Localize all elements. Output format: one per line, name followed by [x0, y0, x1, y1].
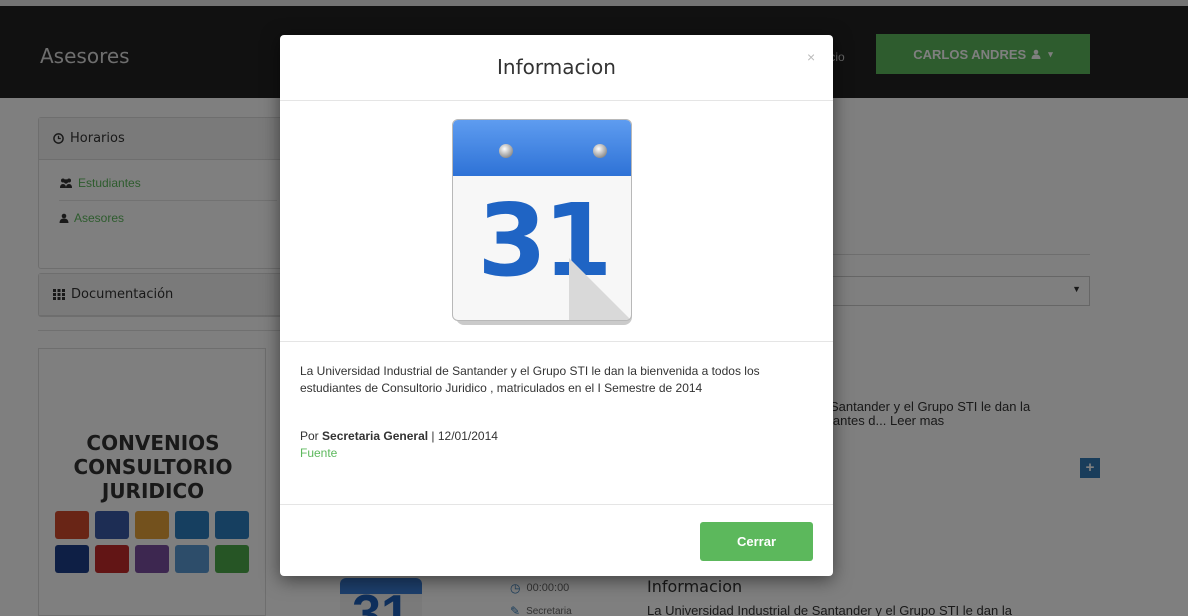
calendar-icon: 31: [452, 119, 636, 325]
info-modal: Informacion × 31 La Universidad Industri…: [280, 35, 833, 576]
calendar-page: 31: [452, 119, 632, 321]
close-button[interactable]: Cerrar: [700, 522, 813, 561]
modal-header-divider: [280, 100, 833, 101]
calendar-ring: [499, 144, 513, 158]
byline: Por Secretaria General | 12/01/2014: [300, 429, 498, 443]
byline-author: Secretaria General: [322, 429, 429, 443]
calendar-ring: [593, 144, 607, 158]
modal-footer-divider: [280, 504, 833, 505]
byline-prefix: Por: [300, 429, 323, 443]
modal-title: Informacion: [497, 55, 616, 79]
modal-body-text: La Universidad Industrial de Santander y…: [300, 364, 760, 395]
byline-date: | 12/01/2014: [428, 429, 498, 443]
source-link[interactable]: Fuente: [300, 446, 337, 460]
close-icon[interactable]: ×: [807, 49, 815, 65]
calendar-page-curl: [569, 258, 631, 320]
modal-image-divider: [280, 341, 833, 342]
